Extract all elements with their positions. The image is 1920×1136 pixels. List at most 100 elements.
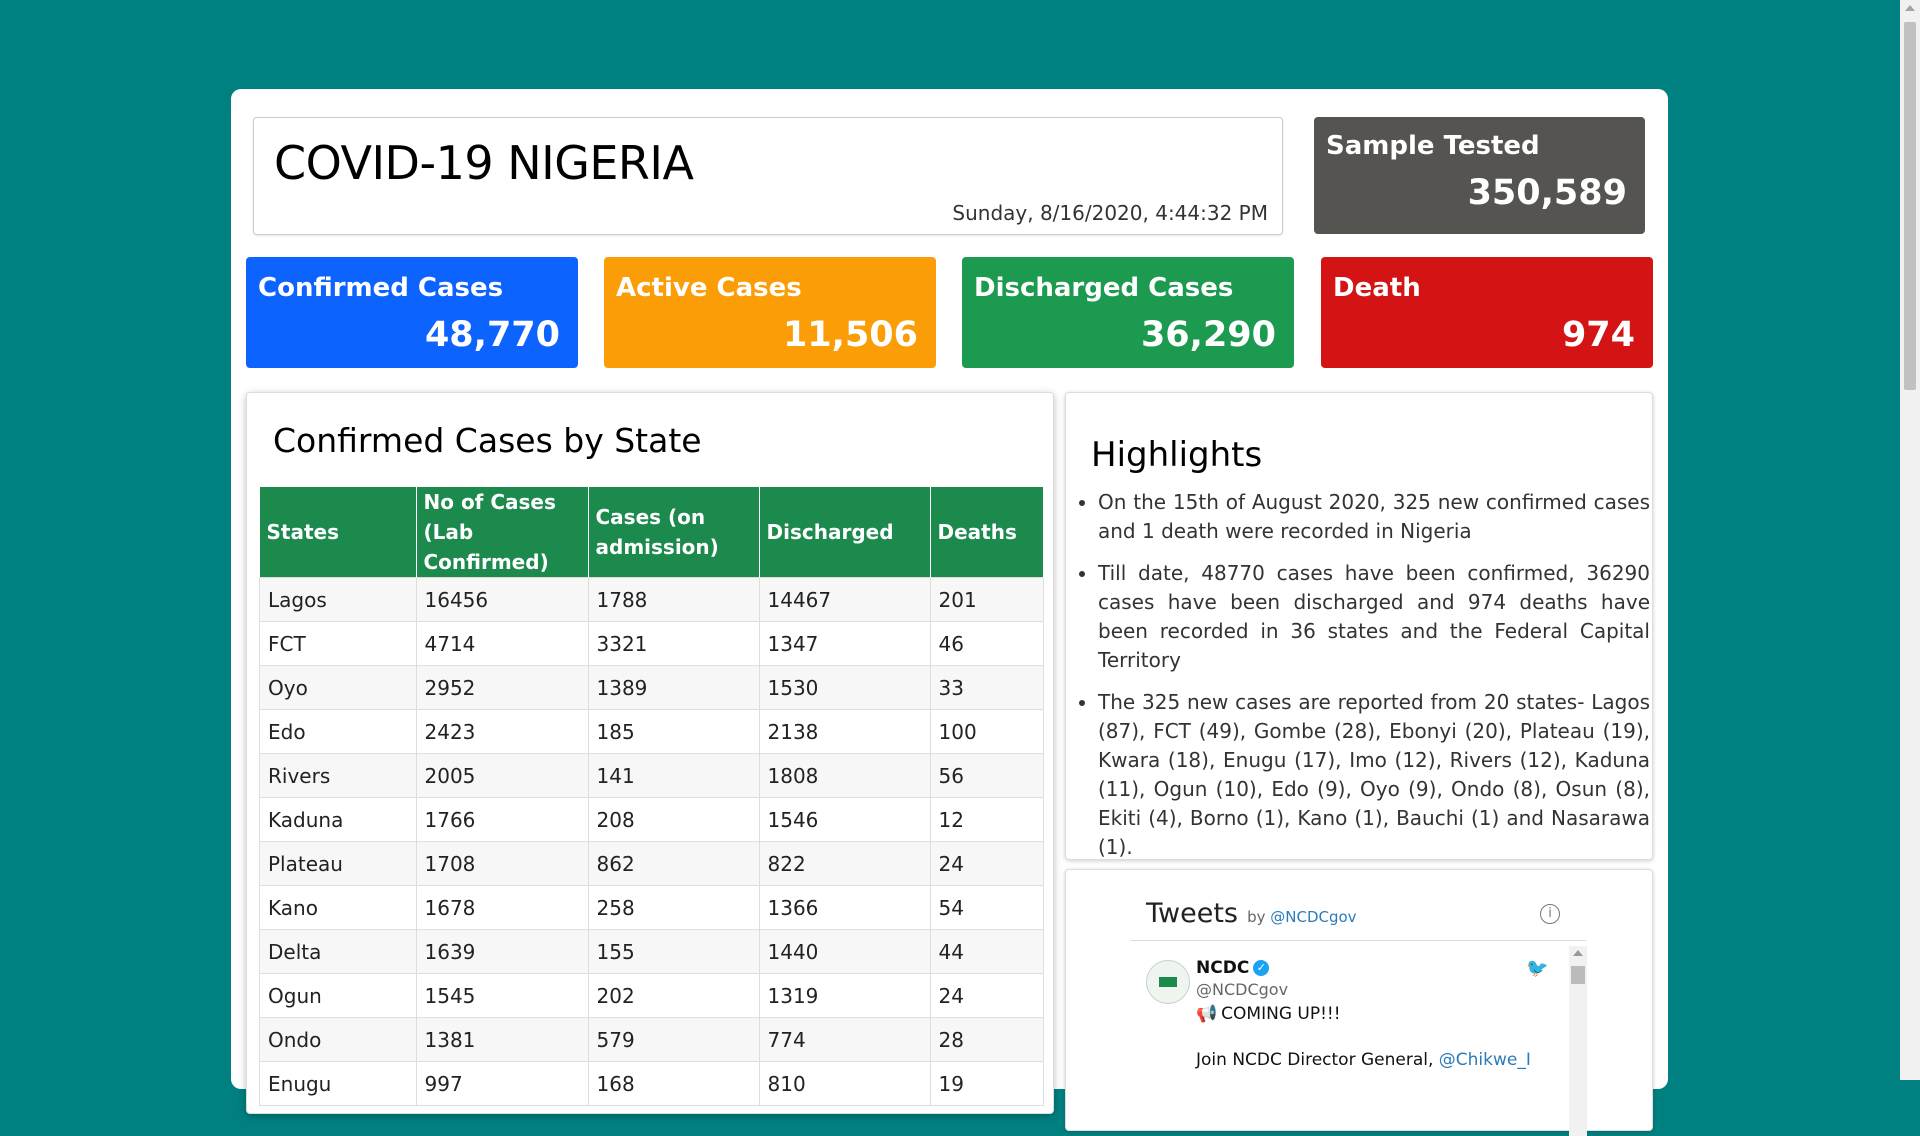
- tweets-handle-link[interactable]: @NCDCgov: [1270, 908, 1356, 926]
- table-row: Kaduna 1766 208 1546 12: [259, 797, 1044, 842]
- table-cell: 185: [587, 709, 760, 754]
- table-cell: Edo: [259, 709, 417, 754]
- column-header-lab-confirmed[interactable]: No of Cases (Lab Confirmed): [416, 487, 589, 578]
- sample-tested-value: 350,589: [1467, 173, 1627, 213]
- table-cell: 3321: [587, 621, 760, 666]
- table-cell: 2138: [758, 709, 931, 754]
- page-title: COVID-19 NIGERIA: [274, 136, 694, 190]
- death-card: Death 974: [1321, 257, 1653, 368]
- table-cell: 19: [929, 1061, 1044, 1106]
- table-cell: 1389: [587, 665, 760, 710]
- table-cell: 14467: [758, 577, 931, 622]
- table-cell: Delta: [259, 929, 417, 974]
- table-cell: 201: [929, 577, 1044, 622]
- table-row: Oyo 2952 1389 1530 33: [259, 665, 1044, 710]
- table-cell: 168: [587, 1061, 760, 1106]
- cases-by-state-panel: Confirmed Cases by State States No of Ca…: [246, 392, 1054, 1114]
- table-row: Lagos 16456 1788 14467 201: [259, 577, 1044, 622]
- tweets-scrollbar-thumb[interactable]: [1571, 966, 1585, 984]
- tweets-by-label: by @NCDCgov: [1247, 908, 1356, 926]
- cases-by-state-title: Confirmed Cases by State: [273, 421, 702, 460]
- table-cell: 1381: [415, 1017, 589, 1062]
- table-row: Edo 2423 185 2138 100: [259, 709, 1044, 754]
- table-cell: Oyo: [259, 665, 417, 710]
- tweet-author-name[interactable]: NCDC ✓: [1196, 958, 1270, 978]
- table-cell: 579: [587, 1017, 760, 1062]
- table-cell: 2005: [415, 753, 589, 798]
- author-name-text: NCDC: [1196, 958, 1250, 978]
- tweet-mention-link[interactable]: @Chikwe_I: [1439, 1050, 1531, 1070]
- tweets-header: Tweets by @NCDCgov: [1146, 898, 1357, 929]
- cases-by-state-table: States No of Cases (Lab Confirmed) Cases…: [259, 487, 1044, 1106]
- twitter-bird-icon[interactable]: 🐦: [1526, 958, 1548, 979]
- column-header-deaths[interactable]: Deaths: [930, 487, 1044, 578]
- table-cell: 24: [929, 841, 1044, 886]
- table-cell: Kano: [259, 885, 417, 930]
- table-row: Ondo 1381 579 774 28: [259, 1017, 1044, 1062]
- table-cell: 258: [587, 885, 760, 930]
- table-cell: 2423: [415, 709, 589, 754]
- info-icon[interactable]: i: [1540, 904, 1560, 924]
- death-label: Death: [1333, 273, 1421, 303]
- active-cases-label: Active Cases: [616, 273, 802, 303]
- table-cell: Ogun: [259, 973, 417, 1018]
- tweets-scrollbar[interactable]: [1569, 946, 1587, 1136]
- death-value: 974: [1561, 315, 1635, 355]
- table-row: Ogun 1545 202 1319 24: [259, 973, 1044, 1018]
- active-cases-value: 11,506: [782, 315, 918, 355]
- table-cell: 1545: [415, 973, 589, 1018]
- table-cell: Ondo: [259, 1017, 417, 1062]
- table-cell: 46: [929, 621, 1044, 666]
- scrollbar-thumb[interactable]: [1904, 22, 1916, 390]
- confirmed-cases-card: Confirmed Cases 48,770: [246, 257, 578, 368]
- table-cell: 1530: [758, 665, 931, 710]
- table-cell: 822: [758, 841, 931, 886]
- table-cell: 997: [415, 1061, 589, 1106]
- table-cell: Plateau: [259, 841, 417, 886]
- table-cell: 56: [929, 753, 1044, 798]
- scroll-up-arrow-icon[interactable]: [1905, 5, 1915, 11]
- page-scrollbar[interactable]: [1900, 0, 1920, 1080]
- column-header-states[interactable]: States: [259, 487, 417, 578]
- column-header-discharged[interactable]: Discharged: [759, 487, 931, 578]
- table-cell: 1639: [415, 929, 589, 974]
- highlights-title: Highlights: [1091, 435, 1263, 475]
- highlight-item: The 325 new cases are reported from 20 s…: [1098, 688, 1650, 862]
- table-cell: 1678: [415, 885, 589, 930]
- table-cell: 202: [587, 973, 760, 1018]
- table-cell: 44: [929, 929, 1044, 974]
- confirmed-cases-label: Confirmed Cases: [258, 273, 504, 303]
- twitter-timeline-widget[interactable]: Tweets by @NCDCgov i NCDC ✓ @NCDCgov 🐦 📢 C…: [1065, 869, 1653, 1136]
- table-row: FCT 4714 3321 1347 46: [259, 621, 1044, 666]
- table-cell: 16456: [415, 577, 589, 622]
- column-header-on-admission[interactable]: Cases (on admission): [588, 487, 760, 578]
- highlight-item: On the 15th of August 2020, 325 new conf…: [1098, 488, 1650, 546]
- table-cell: 208: [587, 797, 760, 842]
- table-cell: 28: [929, 1017, 1044, 1062]
- tweet-author-handle[interactable]: @NCDCgov: [1196, 980, 1288, 999]
- table-cell: Lagos: [259, 577, 417, 622]
- tweets-scroll-up-arrow-icon[interactable]: [1573, 950, 1583, 956]
- discharged-cases-card: Discharged Cases 36,290: [962, 257, 1294, 368]
- table-cell: 1366: [758, 885, 931, 930]
- table-cell: 4714: [415, 621, 589, 666]
- current-datetime: Sunday, 8/16/2020, 4:44:32 PM: [952, 201, 1268, 225]
- table-cell: 1347: [758, 621, 931, 666]
- table-cell: 1708: [415, 841, 589, 886]
- tweets-divider: [1130, 940, 1586, 941]
- verified-badge-icon: ✓: [1253, 960, 1270, 976]
- table-cell: 2952: [415, 665, 589, 710]
- table-row: Enugu 997 168 810 19: [259, 1061, 1044, 1106]
- sample-tested-label: Sample Tested: [1326, 131, 1540, 161]
- table-row: Rivers 2005 141 1808 56: [259, 753, 1044, 798]
- highlights-panel: Highlights On the 15th of August 2020, 3…: [1065, 392, 1653, 860]
- table-cell: 100: [929, 709, 1044, 754]
- ncdc-avatar[interactable]: [1146, 960, 1190, 1004]
- highlights-list: On the 15th of August 2020, 325 new conf…: [1074, 488, 1650, 875]
- table-cell: 862: [587, 841, 760, 886]
- megaphone-icon: 📢: [1196, 1004, 1218, 1024]
- table-row: Delta 1639 155 1440 44: [259, 929, 1044, 974]
- title-panel: COVID-19 NIGERIA Sunday, 8/16/2020, 4:44…: [253, 117, 1283, 235]
- tweet-text-line-1: 📢 COMING UP!!!: [1196, 1004, 1341, 1024]
- discharged-cases-label: Discharged Cases: [974, 273, 1234, 303]
